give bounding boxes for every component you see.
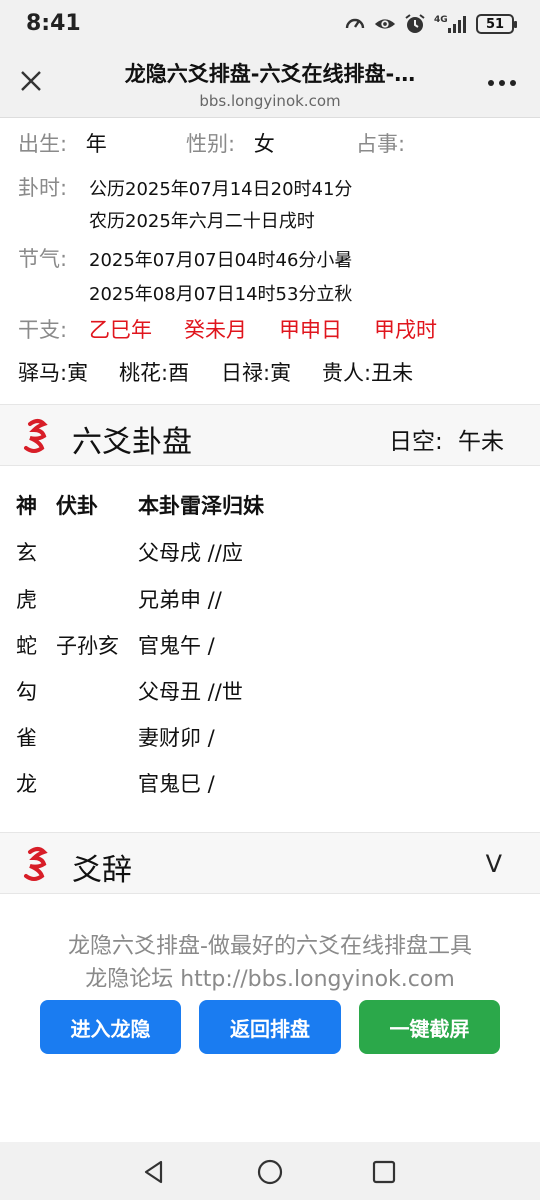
footer-slogan: 龙隐六爻排盘-做最好的六爻在线排盘工具 (68, 934, 472, 959)
row-line: 父母戌 //应 (138, 541, 243, 565)
signal-icon: 4G (434, 13, 468, 35)
shensha-rilu: 日禄:寅 (221, 361, 292, 385)
yaoci-section-header[interactable]: 爻辞 V (0, 832, 540, 894)
matter-row: 占事: (356, 128, 405, 158)
day-empty: 日空: 午未 (389, 422, 504, 456)
svg-text:4G: 4G (434, 15, 448, 25)
shensha-guiren: 贵人:丑未 (322, 361, 414, 385)
yaoci-section-title: 爻辞 (72, 853, 132, 888)
birth-value: 年 (85, 132, 107, 156)
shensha-taohua: 桃花:酉 (119, 361, 190, 385)
solar-term-label-text: 节气: (18, 247, 68, 271)
battery-icon: 51 (476, 14, 517, 34)
home-icon[interactable] (254, 1156, 286, 1188)
back-to-chart-button[interactable]: 返回排盘 (199, 1000, 341, 1054)
row-line: 官鬼巳 / (138, 772, 215, 796)
ganzhi-row: 干支: (18, 314, 67, 344)
ganzhi-hour: 甲戌时 (374, 318, 437, 342)
status-time: 8:41 (26, 11, 81, 36)
time-label: 卦时: (18, 172, 67, 202)
dragon-logo-icon (20, 418, 54, 454)
page-title: 龙隐六爻排盘-六爻在线排盘-… (124, 62, 416, 86)
row-line: 官鬼午 / (138, 634, 215, 658)
row-god: 勾 (16, 680, 37, 704)
row-god: 蛇 (16, 634, 37, 658)
alarm-icon (404, 13, 426, 35)
shensha-yima: 驿马:寅 (18, 361, 89, 385)
eye-icon (374, 13, 396, 35)
row-god: 虎 (16, 588, 37, 612)
header-hidden: 伏卦 (56, 494, 98, 518)
row-line: 兄弟申 // (138, 588, 222, 612)
row-line: 妻财卯 / (138, 726, 215, 750)
more-menu-icon[interactable] (486, 68, 518, 98)
row-line: 父母丑 //世 (138, 680, 243, 704)
row-god: 玄 (16, 541, 37, 565)
status-icons: 4G 51 (344, 13, 517, 35)
birth-label: 出生: (18, 132, 68, 156)
row-god: 龙 (16, 772, 37, 796)
back-icon[interactable] (138, 1156, 170, 1188)
expand-toggle[interactable]: V (486, 850, 502, 878)
solar-term-2: 2025年08月07日14时53分立秋 (89, 284, 353, 305)
system-nav-bar (0, 1142, 540, 1200)
footer-forum-link: 龙隐论坛 http://bbs.longyinok.com (85, 967, 455, 992)
row-hidden: 子孙亥 (56, 634, 119, 658)
time-label-text: 卦时: (18, 176, 68, 200)
time-lunar: 农历2025年六月二十日戌时 (89, 211, 315, 232)
page-url: bbs.longyinok.com (199, 92, 341, 110)
matter-label: 占事: (356, 132, 406, 156)
solar-term-1: 2025年07月07日04时46分小暑 (89, 250, 353, 271)
speedometer-icon (344, 13, 366, 35)
enter-longyin-button[interactable]: 进入龙隐 (40, 1000, 181, 1054)
ganzhi-year: 乙巳年 (89, 318, 152, 342)
ganzhi-day: 甲申日 (279, 318, 342, 342)
hexagram-section-header: 六爻卦盘 日空: 午未 (0, 404, 540, 466)
dragon-logo-icon (20, 846, 54, 882)
screenshot-button[interactable]: 一键截屏 (359, 1000, 500, 1054)
row-god: 雀 (16, 726, 37, 750)
browser-toolbar: 龙隐六爻排盘-六爻在线排盘-… bbs.longyinok.com (0, 50, 540, 118)
solar-term-label: 节气: (18, 243, 67, 273)
header-main: 本卦雷泽归妹 (138, 494, 264, 518)
hexagram-section-title: 六爻卦盘 (72, 425, 192, 460)
day-empty-label: 日空: (388, 429, 443, 455)
gender-label: 性别: (186, 132, 236, 156)
close-icon[interactable] (14, 64, 48, 98)
day-empty-value: 午未 (458, 429, 504, 455)
gender-row: 性别: 女 (186, 128, 275, 158)
recents-icon[interactable] (368, 1156, 400, 1188)
birth-row: 出生: 年 (18, 128, 107, 158)
ganzhi-label: 干支: (18, 318, 68, 342)
gender-value: 女 (253, 132, 275, 156)
time-solar: 公历2025年07月14日20时41分 (89, 179, 353, 200)
header-god: 神 (16, 494, 37, 518)
status-bar: 8:41 4G 51 (0, 0, 540, 50)
ganzhi-month: 癸未月 (184, 318, 247, 342)
